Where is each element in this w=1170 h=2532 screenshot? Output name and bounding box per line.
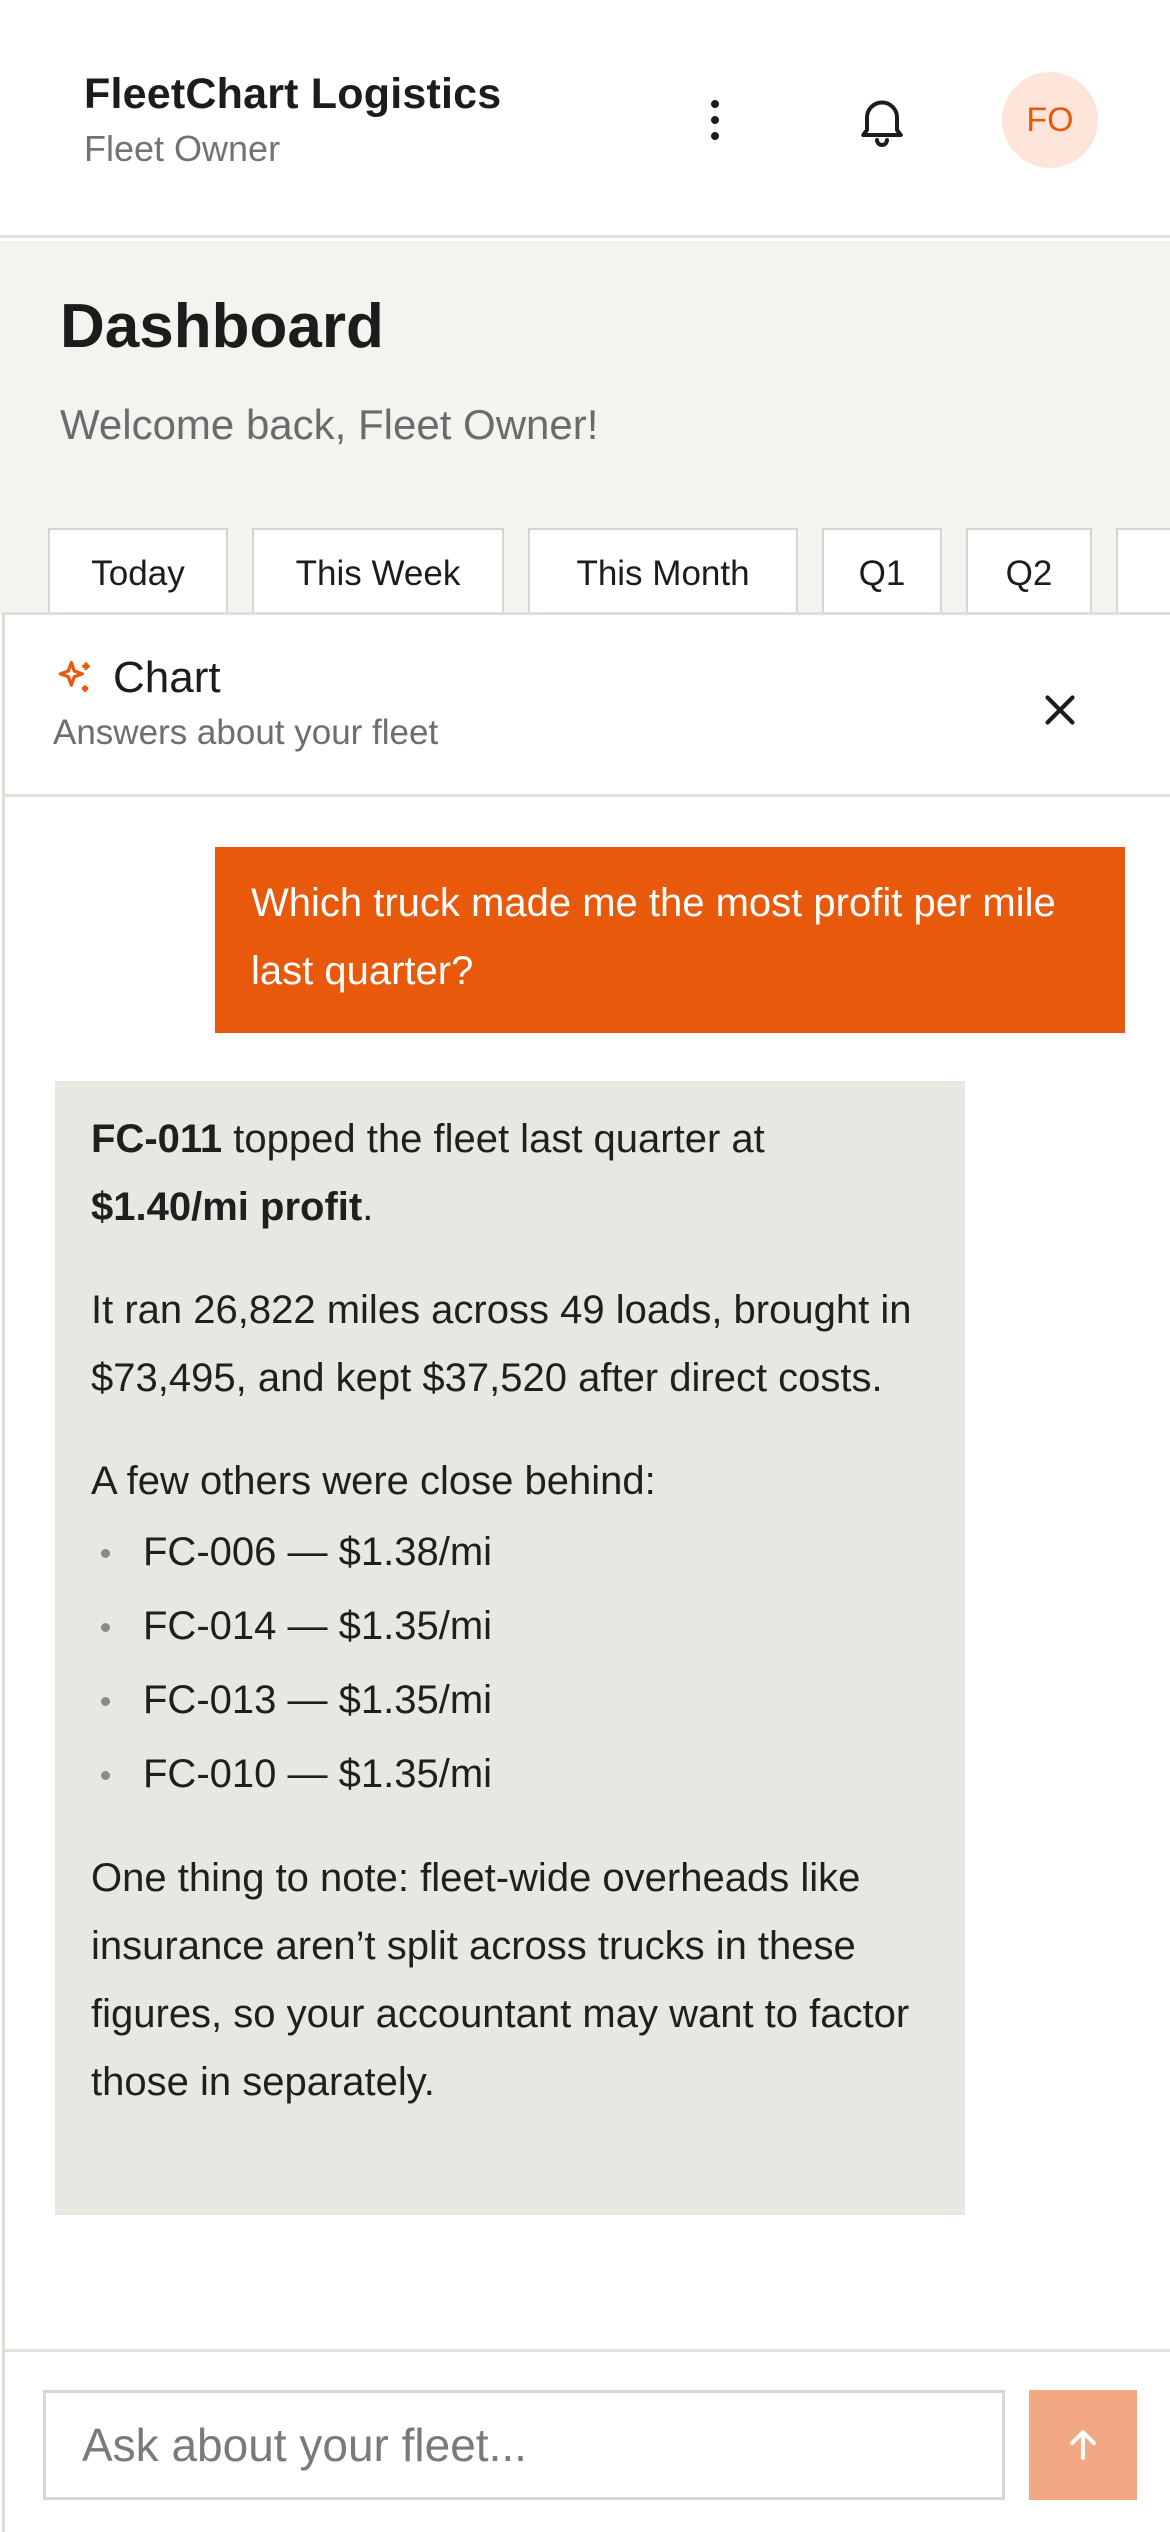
welcome-text: Welcome back, Fleet Owner! xyxy=(60,401,599,448)
answer-note: One thing to note: fleet-wide overheads … xyxy=(91,1856,910,2104)
list-item: FC-010 — $1.35/mi xyxy=(91,1737,929,1811)
answer-details: It ran 26,822 miles across 49 loads, bro… xyxy=(91,1288,912,1400)
brand-subtitle: Fleet Owner xyxy=(84,128,281,169)
range-chip-this-week[interactable]: This Week xyxy=(252,528,504,618)
answer-period: . xyxy=(362,1185,374,1229)
close-icon[interactable] xyxy=(1035,685,1085,735)
sparkle-icon xyxy=(53,657,97,701)
top-profit: $1.40/mi profit xyxy=(91,1185,363,1229)
brand-title: FleetChart Logistics xyxy=(84,70,502,118)
range-chip-today[interactable]: Today xyxy=(48,528,228,618)
chat-composer xyxy=(5,2349,1170,2532)
assistant-message: FC-011 topped the fleet last quarter at … xyxy=(55,1081,965,2215)
arrow-up-icon xyxy=(1069,2430,1097,2460)
range-chip-this-month[interactable]: This Month xyxy=(528,528,798,618)
bell-icon[interactable] xyxy=(852,90,912,150)
chat-panel-header: Chart Answers about your fleet xyxy=(5,615,1170,797)
user-message: Which truck made me the most profit per … xyxy=(215,847,1125,1033)
avatar[interactable]: FO xyxy=(1002,72,1098,168)
chat-subtitle: Answers about your fleet xyxy=(53,713,439,752)
list-item: FC-006 — $1.38/mi xyxy=(91,1515,929,1589)
ask-input[interactable] xyxy=(43,2390,1005,2500)
answer-lead: topped the fleet last quarter at xyxy=(222,1117,765,1161)
app-header: FleetChart Logistics Fleet Owner FO xyxy=(0,0,1170,238)
range-chip-q1[interactable]: Q1 xyxy=(822,528,942,618)
send-button[interactable] xyxy=(1029,2390,1137,2500)
list-item: FC-013 — $1.35/mi xyxy=(91,1663,929,1737)
answer-summary: FC-011 topped the fleet last quarter at … xyxy=(91,1105,929,1241)
top-truck-id: FC-011 xyxy=(91,1117,223,1161)
range-chip-overflow[interactable] xyxy=(1116,528,1170,618)
page-title: Dashboard xyxy=(60,292,384,361)
chat-title: Chart xyxy=(113,653,221,702)
runners-list: FC-006 — $1.38/mi FC-014 — $1.35/mi FC-0… xyxy=(91,1515,929,1811)
list-item: FC-014 — $1.35/mi xyxy=(91,1589,929,1663)
more-vertical-icon[interactable] xyxy=(690,90,740,150)
runners-intro: A few others were close behind: xyxy=(91,1459,656,1503)
range-chip-q2[interactable]: Q2 xyxy=(966,528,1092,618)
chat-panel: Chart Answers about your fleet Which tru… xyxy=(2,612,1170,2532)
dashboard-section: Dashboard Welcome back, Fleet Owner! Tod… xyxy=(0,241,1170,618)
